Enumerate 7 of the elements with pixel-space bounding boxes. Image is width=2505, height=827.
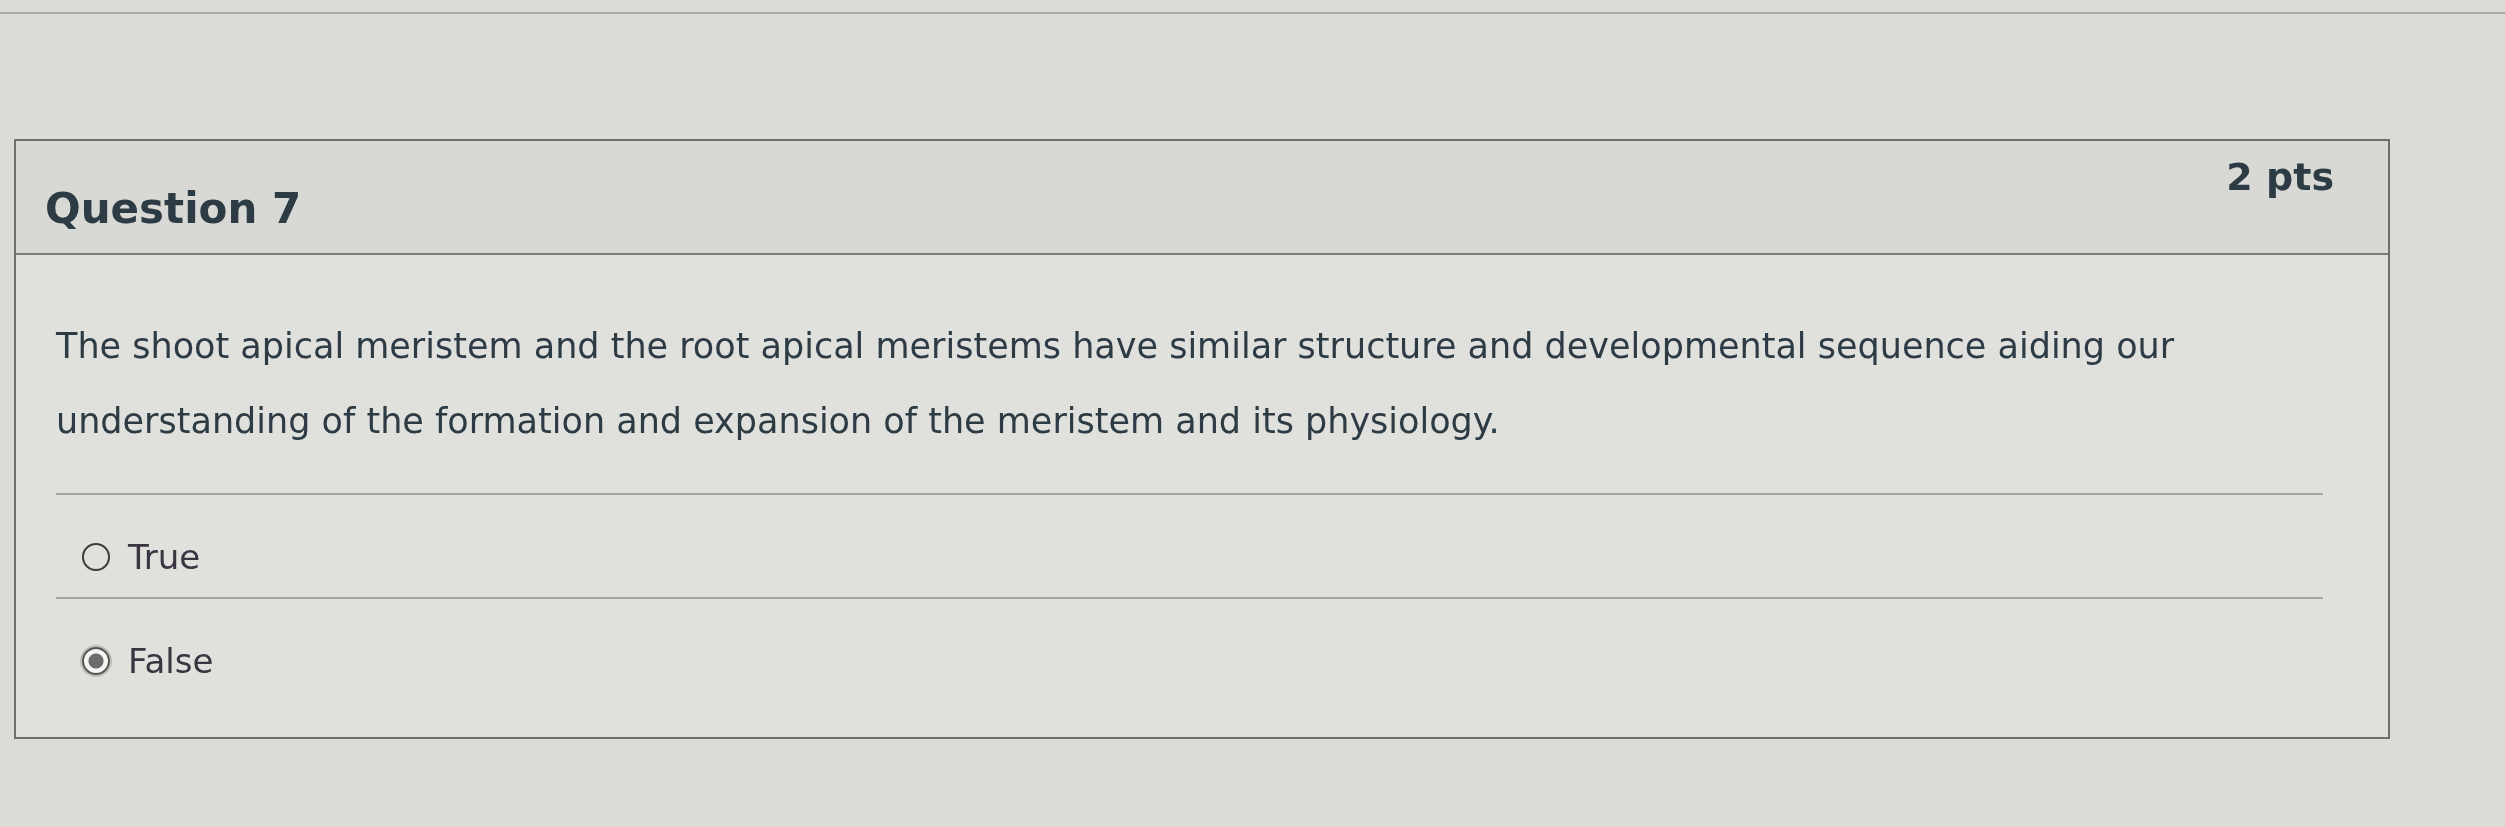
question-title: Question 7 [45, 182, 302, 233]
radio-button[interactable] [82, 647, 110, 675]
answer-label[interactable]: True [128, 539, 201, 575]
answer-label[interactable]: False [128, 643, 214, 679]
question-points: 2 pts [2226, 155, 2334, 199]
radio-button[interactable] [82, 543, 110, 571]
question-text: The shoot apical meristem and the root apical meristems have similar structure and developmental sequence aiding our understanding of the formation and expansion of the meristem and its physiology. [56, 325, 2176, 443]
